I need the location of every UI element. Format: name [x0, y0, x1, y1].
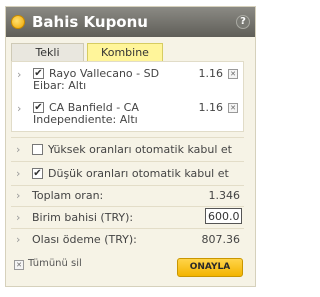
payout-value: 807.36	[201, 233, 241, 246]
bet-match-line2: Independiente: Altı	[33, 113, 138, 126]
divider	[11, 161, 244, 162]
bet-slip-title: Bahis Kuponu	[32, 13, 148, 31]
confirm-button[interactable]: ONAYLA	[177, 258, 243, 277]
remove-icon[interactable]: ✕	[228, 103, 238, 113]
bet-odds: 1.16	[198, 101, 224, 114]
bet-list: › ✔ Rayo Vallecano - SD Eibar: Altı 1.16…	[11, 61, 244, 132]
accept-higher-odds-option: › Yüksek oranları otomatik kabul et	[11, 139, 244, 161]
chevron-right-icon[interactable]: ›	[17, 102, 21, 115]
total-odds-value: 1.346	[208, 189, 241, 202]
divider	[11, 137, 244, 138]
bet-slip-header: Bahis Kuponu ?	[6, 7, 255, 37]
coin-icon	[11, 15, 25, 29]
chevron-right-icon: ›	[16, 143, 21, 156]
divider	[11, 206, 244, 207]
remove-icon[interactable]: ✕	[228, 69, 238, 79]
accept-higher-odds-label: Yüksek oranları otomatik kabul et	[48, 143, 232, 156]
bet-item: › ✔ CA Banfield - CA Independiente: Altı…	[12, 97, 243, 131]
accept-lower-odds-option: › ✔ Düşük oranları otomatik kabul et	[11, 163, 244, 185]
chevron-right-icon: ›	[16, 189, 21, 202]
stake-input[interactable]	[205, 208, 242, 224]
payout-row: › Olası ödeme (TRY): 807.36	[11, 230, 244, 250]
bet-odds: 1.16	[198, 67, 224, 80]
bet-checkbox[interactable]: ✔	[33, 102, 44, 113]
chevron-right-icon: ›	[16, 211, 21, 224]
chevron-right-icon: ›	[16, 167, 21, 180]
divider	[11, 228, 244, 229]
chevron-right-icon: ›	[16, 233, 21, 246]
payout-label: Olası ödeme (TRY):	[32, 233, 137, 246]
delete-all-button[interactable]: ✕ Tümünü sil	[14, 258, 82, 270]
tab-tekli[interactable]: Tekli	[11, 43, 84, 61]
bet-item: › ✔ Rayo Vallecano - SD Eibar: Altı 1.16…	[12, 63, 243, 97]
bet-match-line2: Eibar: Altı	[33, 79, 87, 92]
bet-checkbox[interactable]: ✔	[33, 68, 44, 79]
accept-lower-odds-checkbox[interactable]: ✔	[32, 168, 43, 179]
total-odds-label: Toplam oran:	[32, 189, 104, 202]
chevron-right-icon[interactable]: ›	[17, 68, 21, 81]
remove-icon: ✕	[14, 260, 24, 270]
stake-row: › Birim bahisi (TRY):	[11, 208, 244, 228]
total-odds-row: › Toplam oran: 1.346	[11, 186, 244, 206]
accept-lower-odds-label: Düşük oranları otomatik kabul et	[48, 167, 229, 180]
tab-kombine[interactable]: Kombine	[87, 43, 163, 61]
delete-all-label: Tümünü sil	[28, 258, 82, 269]
help-icon[interactable]: ?	[236, 15, 250, 29]
stake-label: Birim bahisi (TRY):	[32, 211, 134, 224]
accept-higher-odds-checkbox[interactable]	[32, 144, 43, 155]
